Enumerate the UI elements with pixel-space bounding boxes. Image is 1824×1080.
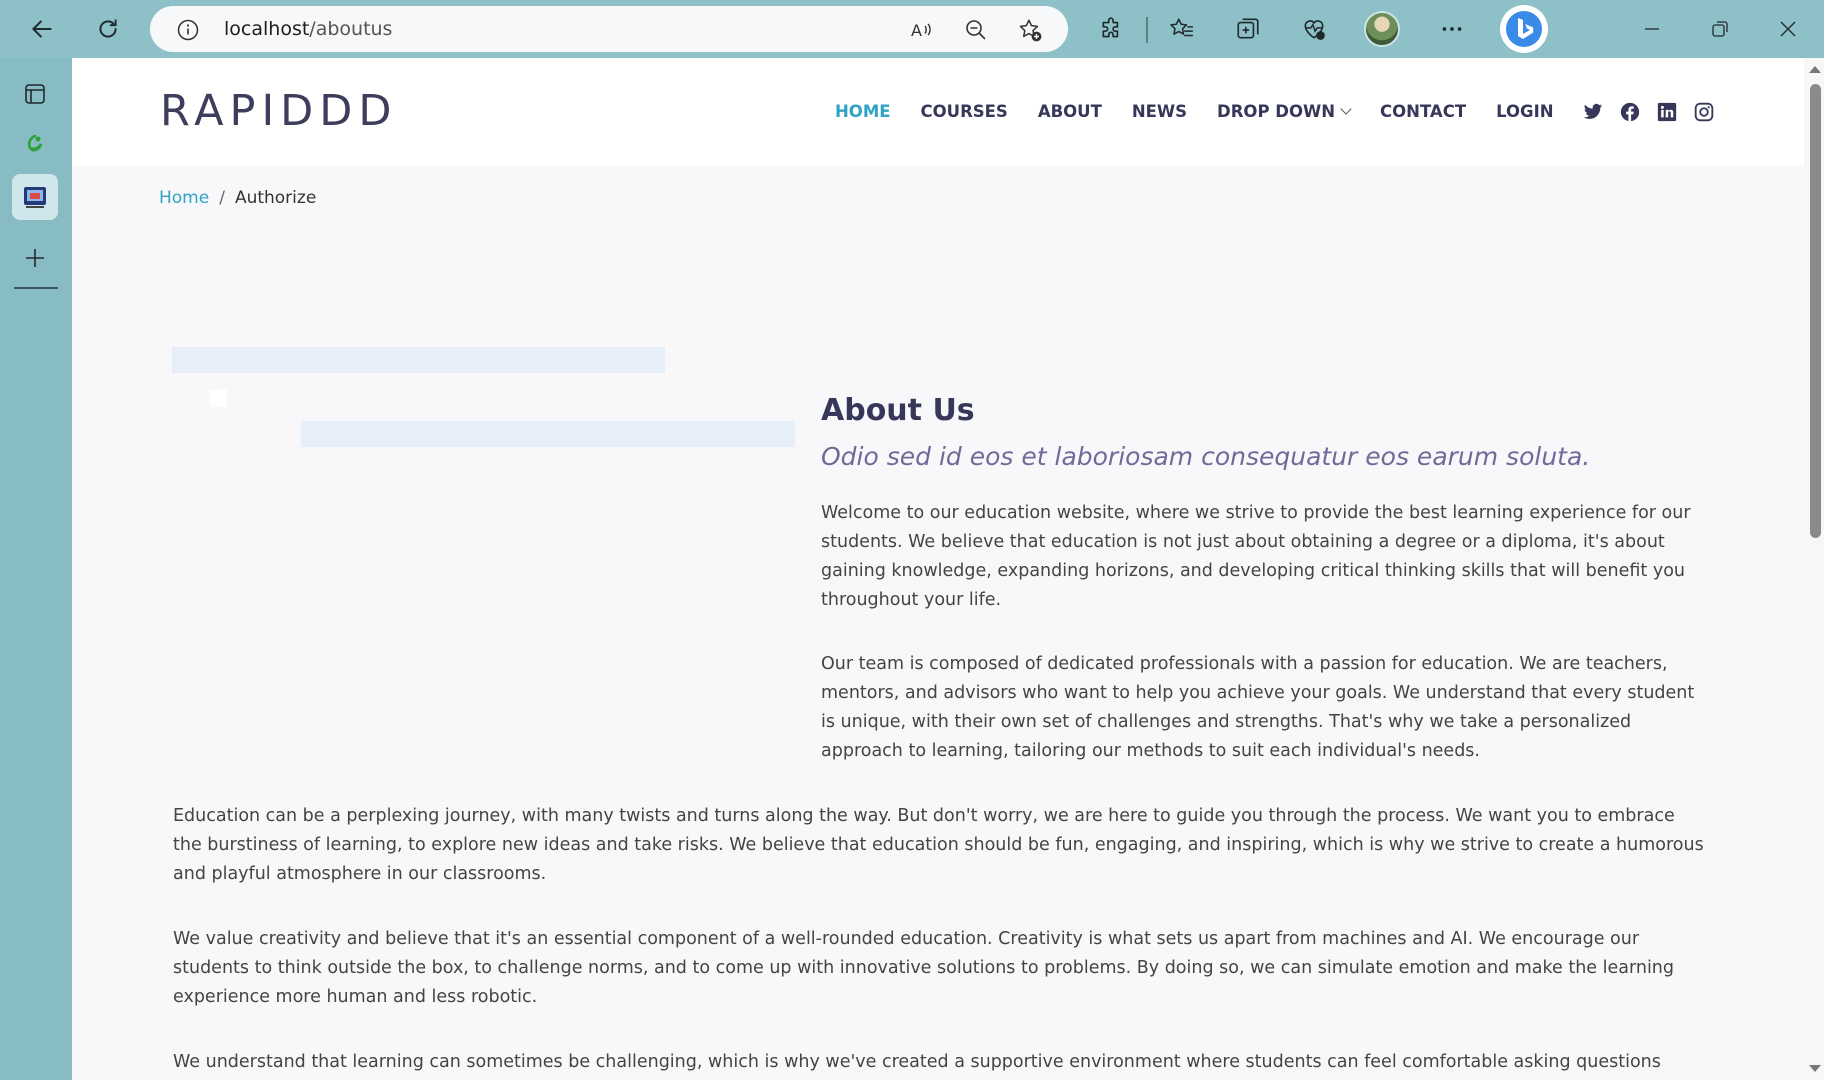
- about-paragraph-1: Welcome to our education website, where …: [821, 503, 1691, 610]
- plus-icon: [26, 249, 44, 267]
- tabs-divider: [14, 287, 58, 289]
- refresh-button[interactable]: [88, 9, 128, 49]
- minimize-icon: [1645, 28, 1659, 30]
- site-header: RAPIDDD HOME COURSES ABOUT NEWS DROP DOW…: [72, 58, 1804, 166]
- nav-news[interactable]: NEWS: [1132, 102, 1187, 121]
- main-nav: HOME COURSES ABOUT NEWS DROP DOWN CONTAC…: [835, 102, 1554, 121]
- leaf-icon: [27, 134, 43, 152]
- nav-dropdown-label[interactable]: DROP DOWN: [1217, 102, 1335, 121]
- extensions-button[interactable]: [1092, 9, 1132, 49]
- twitter-icon[interactable]: [1582, 101, 1604, 123]
- collections-button[interactable]: [1228, 9, 1268, 49]
- page-viewport: RAPIDDD HOME COURSES ABOUT NEWS DROP DOW…: [72, 58, 1804, 1080]
- zoom-out-icon[interactable]: [962, 16, 990, 44]
- bing-icon: [1506, 11, 1542, 47]
- url-host: localhost: [224, 18, 310, 40]
- nav-home[interactable]: HOME: [835, 102, 891, 121]
- browser-essentials-button[interactable]: [1294, 9, 1334, 49]
- breadcrumb: Home / Authorize: [159, 188, 316, 208]
- favorites-button[interactable]: [1162, 9, 1202, 49]
- vertical-tabs-sidebar: [0, 58, 72, 1080]
- nav-dropdown[interactable]: DROP DOWN: [1217, 102, 1352, 121]
- heart-pulse-icon: [1304, 20, 1325, 40]
- about-subtitle: Odio sed id eos et laboriosam consequatu…: [821, 442, 1591, 471]
- new-tab-button[interactable]: [12, 235, 58, 281]
- placeholder-bar-top: [172, 347, 665, 373]
- bing-copilot-button[interactable]: [1500, 5, 1548, 53]
- more-options-button[interactable]: [1432, 9, 1472, 49]
- browser-toolbar: localhost/aboutus A: [0, 0, 1824, 58]
- url-text[interactable]: localhost/aboutus: [224, 18, 392, 40]
- facebook-icon[interactable]: [1619, 101, 1641, 123]
- nav-login[interactable]: LOGIN: [1496, 102, 1553, 121]
- placeholder-bar-bottom: [301, 421, 795, 447]
- close-button[interactable]: [1768, 9, 1808, 49]
- site-logo[interactable]: RAPIDDD: [160, 86, 398, 136]
- puzzle-icon: [1102, 17, 1119, 38]
- toolbar-divider: [1146, 17, 1148, 43]
- linkedin-icon[interactable]: [1656, 101, 1678, 123]
- collections-icon: [1237, 18, 1259, 39]
- about-title: About Us: [821, 393, 975, 428]
- about-paragraph-4: We value creativity and believe that it'…: [173, 929, 1675, 1007]
- minimize-button[interactable]: [1632, 9, 1672, 49]
- about-paragraph-3: Education can be a perplexing journey, w…: [173, 806, 1704, 884]
- page-favicon-icon: [24, 187, 46, 208]
- placeholder-square: [210, 390, 227, 407]
- about-paragraph-2: Our team is composed of dedicated profes…: [821, 654, 1695, 761]
- more-dots-icon: [1442, 27, 1462, 31]
- restore-icon: [1712, 21, 1728, 37]
- instagram-icon[interactable]: [1693, 101, 1715, 123]
- breadcrumb-home[interactable]: Home: [159, 188, 209, 208]
- chevron-down-icon: [1340, 103, 1352, 115]
- add-favorite-icon[interactable]: [1016, 16, 1044, 44]
- page-scrollbar[interactable]: [1804, 58, 1824, 1080]
- site-info-icon[interactable]: [176, 18, 200, 46]
- svg-text:A: A: [911, 21, 922, 40]
- scrollbar-thumb[interactable]: [1810, 84, 1821, 538]
- favorites-icon: [1170, 18, 1193, 37]
- breadcrumb-current: Authorize: [234, 188, 317, 208]
- nav-about[interactable]: ABOUT: [1038, 102, 1102, 121]
- address-bar[interactable]: localhost/aboutus A: [150, 6, 1068, 52]
- read-aloud-icon[interactable]: A: [908, 16, 936, 44]
- tab-actions-icon: [25, 84, 45, 104]
- scroll-up-arrow-icon[interactable]: [1809, 66, 1821, 73]
- breadcrumb-separator: /: [219, 188, 225, 208]
- back-arrow-icon: [32, 20, 52, 38]
- nav-courses[interactable]: COURSES: [921, 102, 1008, 121]
- profile-avatar[interactable]: [1364, 11, 1400, 47]
- tab-actions-button[interactable]: [12, 71, 58, 117]
- back-button[interactable]: [22, 9, 62, 49]
- nav-contact[interactable]: CONTACT: [1380, 102, 1466, 121]
- refresh-icon: [99, 19, 117, 38]
- about-paragraph-5: We understand that learning can sometime…: [173, 1052, 1661, 1072]
- tab-active-page[interactable]: [12, 174, 58, 220]
- tab-favicon-green[interactable]: [12, 121, 58, 167]
- scroll-down-arrow-icon[interactable]: [1809, 1065, 1821, 1072]
- url-path: /aboutus: [309, 18, 393, 40]
- close-icon: [1780, 21, 1796, 37]
- restore-button[interactable]: [1700, 9, 1740, 49]
